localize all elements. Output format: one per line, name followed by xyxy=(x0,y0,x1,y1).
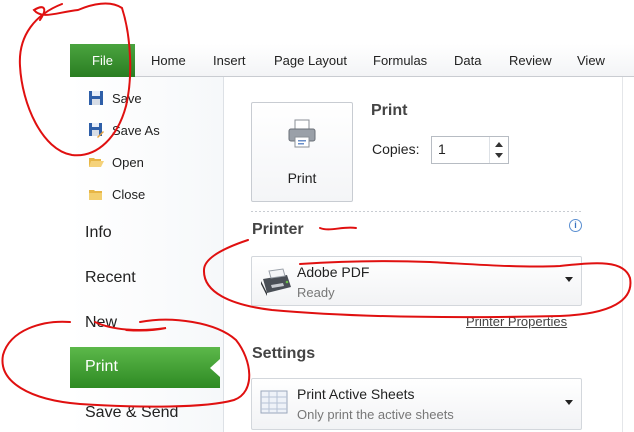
print-button-label: Print xyxy=(287,170,317,186)
nav-info[interactable]: Info xyxy=(85,224,112,242)
printer-properties-link[interactable]: Printer Properties xyxy=(466,314,567,329)
file-tab[interactable]: File xyxy=(70,44,135,77)
separator xyxy=(251,211,581,212)
tab-insert[interactable]: Insert xyxy=(213,53,246,68)
nav-new[interactable]: New xyxy=(85,314,117,332)
print-what-desc: Only print the active sheets xyxy=(297,407,454,422)
folder-close-icon xyxy=(89,190,102,200)
open-command[interactable]: Open xyxy=(88,154,144,170)
chevron-down-icon xyxy=(565,277,573,282)
save-icon xyxy=(89,91,103,105)
tab-review[interactable]: Review xyxy=(509,53,552,68)
save-command[interactable]: Save xyxy=(88,90,142,106)
spin-arrows-icon xyxy=(495,142,503,158)
save-as-icon xyxy=(89,123,104,138)
copies-spin-arrows[interactable] xyxy=(489,137,508,163)
printer-dropdown[interactable]: Adobe PDF Ready xyxy=(251,256,582,306)
copies-stepper[interactable]: 1 xyxy=(431,136,509,164)
backstage-nav: Save Save As Open Close Info Recent New … xyxy=(70,77,224,432)
tab-formulas[interactable]: Formulas xyxy=(373,53,427,68)
folder-open-icon xyxy=(89,158,104,167)
copies-label: Copies: xyxy=(372,141,420,157)
settings-heading: Settings xyxy=(252,345,316,362)
save-label: Save xyxy=(112,90,142,106)
selection-notch xyxy=(210,359,220,377)
tab-page-layout[interactable]: Page Layout xyxy=(274,53,347,68)
printer-heading: Printer xyxy=(252,221,304,238)
tab-data[interactable]: Data xyxy=(454,53,481,68)
print-what-title: Print Active Sheets xyxy=(297,386,415,402)
info-icon[interactable]: i xyxy=(569,219,582,232)
nav-save-send[interactable]: Save & Send xyxy=(85,404,178,422)
chevron-down-icon xyxy=(565,400,573,405)
save-as-label: Save As xyxy=(112,122,160,138)
printer-icon xyxy=(288,119,316,148)
nav-print-label: Print xyxy=(85,358,118,375)
copies-value: 1 xyxy=(438,141,446,157)
open-label: Open xyxy=(112,154,144,170)
nav-print[interactable]: Print xyxy=(70,347,220,388)
printer-name: Adobe PDF xyxy=(297,264,370,280)
close-label: Close xyxy=(112,186,146,202)
close-command[interactable]: Close xyxy=(88,186,145,202)
sheets-icon xyxy=(260,390,288,414)
printer-device-icon xyxy=(261,268,291,296)
panel-divider xyxy=(622,77,623,432)
printer-status: Ready xyxy=(297,285,335,300)
tab-home[interactable]: Home xyxy=(151,53,186,68)
save-as-command[interactable]: Save As xyxy=(88,122,160,138)
print-button[interactable]: Print xyxy=(251,102,353,202)
print-what-dropdown[interactable]: Print Active Sheets Only print the activ… xyxy=(251,378,582,430)
print-heading: Print xyxy=(371,102,408,119)
tab-view[interactable]: View xyxy=(577,53,605,68)
nav-recent[interactable]: Recent xyxy=(85,269,136,287)
ribbon-bar: File Home Insert Page Layout Formulas Da… xyxy=(70,44,634,77)
